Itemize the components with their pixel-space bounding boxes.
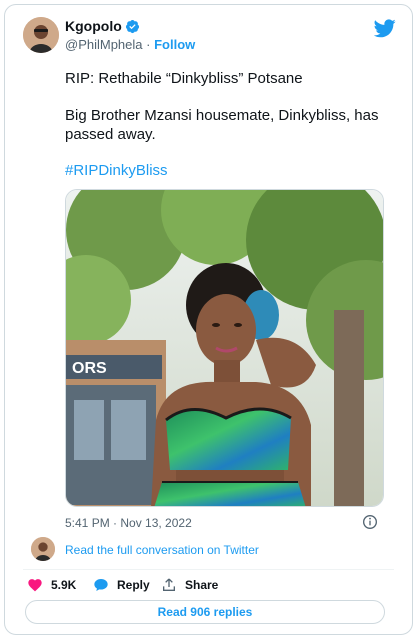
tweet-line-2: Big Brother Mzansi housemate, Dinkybliss… [65,107,379,143]
like-count: 5.9K [51,578,77,592]
divider [23,569,394,570]
share-button[interactable]: Share [161,577,218,593]
like-button[interactable]: 5.9K [27,577,76,593]
author-name[interactable]: Kgopolo [65,18,122,34]
share-label: Share [185,578,219,592]
reply-bubble-icon [94,579,108,591]
heart-icon [28,579,42,592]
read-replies-button[interactable]: Read 906 replies [25,600,385,624]
handle-row: @PhilMphela · Follow [65,37,195,52]
reply-button[interactable]: Reply [93,577,150,593]
verified-badge-icon [125,19,139,33]
photo-illustration: ORS [66,190,383,506]
svg-text:ORS: ORS [72,360,107,377]
read-conversation-link[interactable]: Read the full conversation on Twitter [65,543,259,557]
author-name-row[interactable]: Kgopolo [65,18,140,34]
author-avatar[interactable] [23,17,59,53]
conversation-avatar [31,537,55,561]
tweet-photo[interactable]: ORS [65,189,384,507]
hashtag-link[interactable]: #RIPDinkyBliss [65,162,168,179]
reply-label: Reply [117,578,150,592]
follow-button[interactable]: Follow [154,37,195,52]
tweet-card: Kgopolo @PhilMphela · Follow RIP: Rethab… [4,4,413,635]
tweet-timestamp[interactable]: 5:41 PM · Nov 13, 2022 [65,516,192,530]
share-icon [163,578,175,591]
twitter-bird-icon[interactable] [374,19,396,38]
read-replies-label: Read 906 replies [157,605,253,619]
info-icon[interactable] [362,514,378,530]
separator: · [146,37,151,52]
tweet-line-1: RIP: Rethabile “Dinkybliss” Potsane [65,70,303,87]
author-handle[interactable]: @PhilMphela [65,37,143,52]
